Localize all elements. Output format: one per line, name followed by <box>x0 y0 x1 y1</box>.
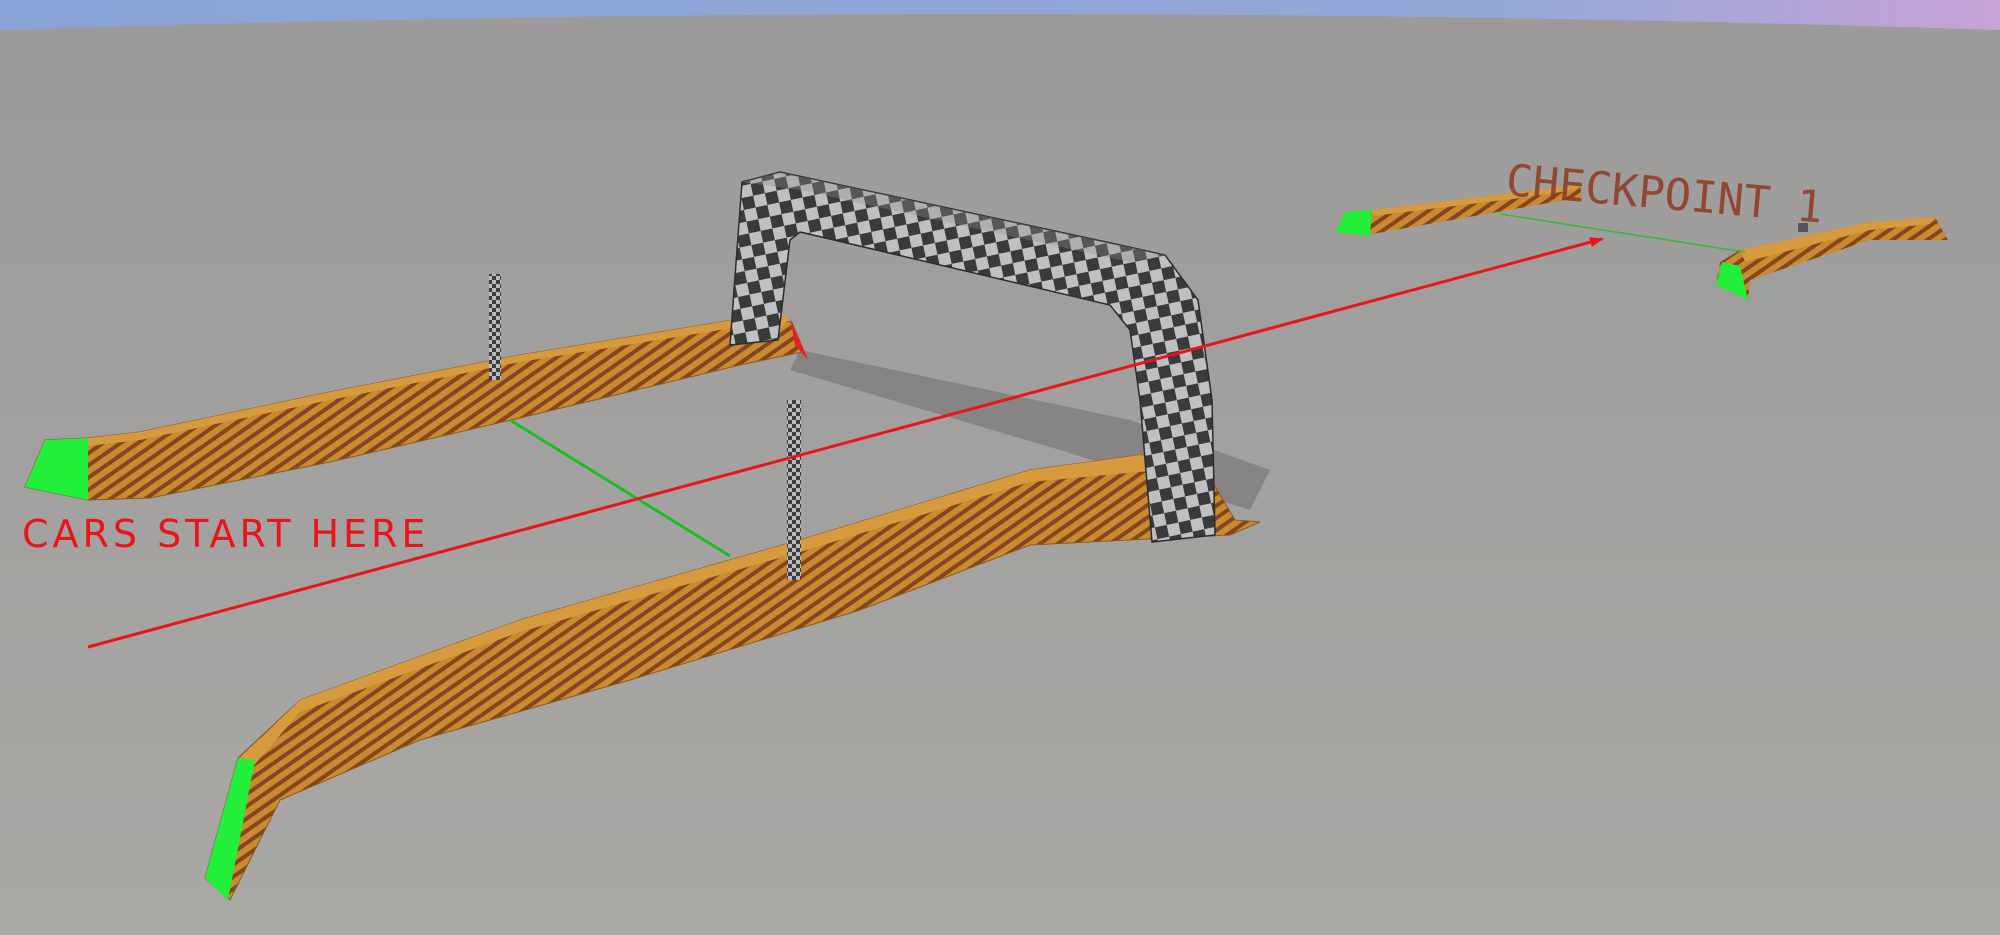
gate-pole-far <box>489 274 501 380</box>
game-viewport[interactable]: CARS START HERE CHECKPOINT 1 <box>0 0 2000 935</box>
gate-pole-near <box>787 400 801 580</box>
ground-plane <box>0 14 2000 935</box>
start-label: CARS START HERE <box>22 512 429 556</box>
